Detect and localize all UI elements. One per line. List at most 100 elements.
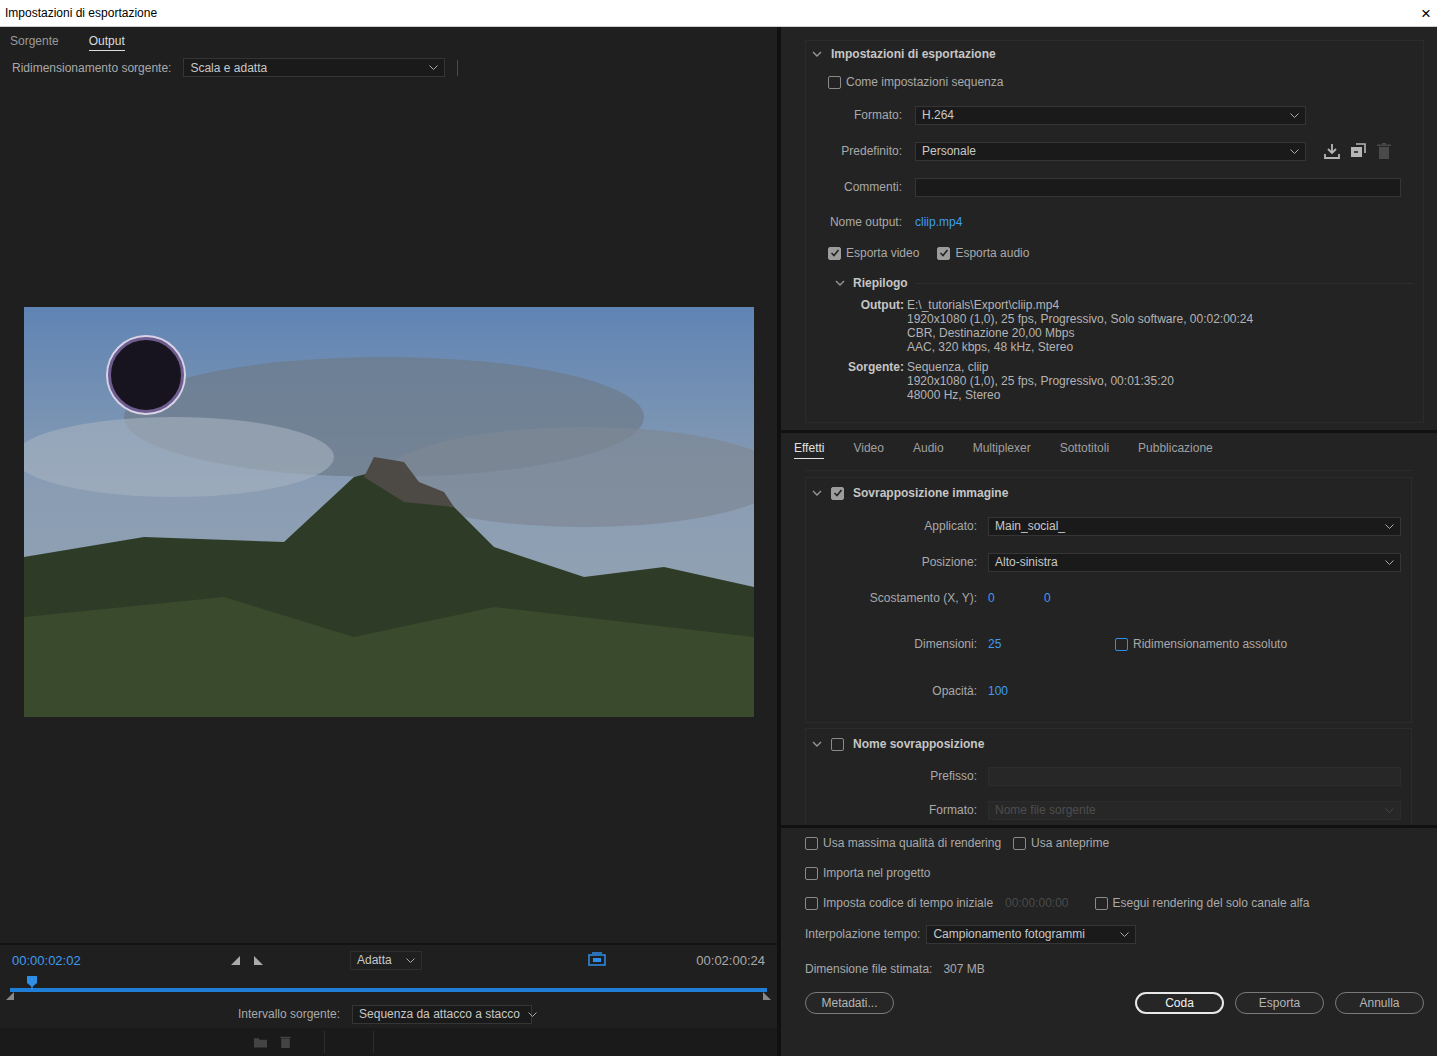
format-dropdown[interactable]: H.264 [915,106,1306,125]
dialog-button[interactable]: Coda [1135,992,1224,1014]
output-name-link[interactable]: cliip.mp4 [915,215,962,229]
source-range-dropdown[interactable]: Sequenza da attacco a stacco [352,1005,532,1024]
chevron-down-icon[interactable] [812,51,822,57]
in-point-icon[interactable] [6,992,14,1000]
playhead-icon[interactable] [27,976,37,990]
option-checkbox[interactable]: Importa nel progetto [805,866,930,880]
chevron-down-icon[interactable] [812,490,822,496]
interpolation-dropdown[interactable]: Campionamento fotogrammi [926,925,1136,944]
export-toggle-checkbox[interactable]: Esporta audio [937,246,1029,260]
preview-tab[interactable]: Output [89,32,125,51]
absolute-scaling-checkbox[interactable]: Ridimensionamento assoluto [1115,637,1287,651]
comments-input[interactable] [915,178,1401,197]
zoom-dropdown[interactable]: Adatta [350,951,422,970]
out-point-icon[interactable] [763,992,771,1000]
number-value[interactable]: 25 [988,637,1115,651]
checkbox-box[interactable] [805,867,818,880]
transport-bar: 00:00:02:02Adatta00:02:00:24 [0,943,777,975]
checkbox-box[interactable] [805,897,818,910]
summary-lines: E:\_tutorials\Export\cliip.mp41920x1080 … [904,298,1253,354]
chevron-down-icon[interactable] [812,741,822,747]
settings-tab[interactable]: Multiplexer [973,438,1031,459]
field-label: Formato: [806,803,988,817]
section-title: Impostazioni di esportazione [831,47,996,61]
source-range-label: Intervallo sorgente: [238,1007,340,1021]
overlay-image-badge[interactable] [108,337,184,413]
settings-tab[interactable]: Audio [913,438,944,459]
timeline-track[interactable] [6,975,767,1000]
option-checkbox[interactable]: Usa massima qualità di rendering [805,836,1001,850]
effect-checkbox[interactable] [831,738,844,751]
field-label: Predefinito: [806,144,915,158]
import-preset-icon[interactable] [1350,143,1366,159]
effect-section: Nome sovrapposizionePrefisso:Formato:Nom… [805,728,1412,825]
summary-header[interactable]: Riepilogo [806,268,1423,298]
export-toggles-row: Esporta video Esporta audio [806,238,1423,268]
mark-in-icon[interactable] [231,956,240,965]
preview-tab[interactable]: Sorgente [10,32,59,51]
settings-tab[interactable]: Sottotitoli [1060,438,1109,459]
source-scaling-label: Ridimensionamento sorgente: [12,61,171,75]
chevron-down-icon[interactable] [835,280,845,286]
preset-dropdown[interactable]: Personale [915,142,1306,161]
settings-tab[interactable]: Pubblicazione [1138,438,1213,459]
trash-icon[interactable] [279,1036,292,1048]
checkbox-box[interactable] [1013,837,1026,850]
aspect-fit-icon[interactable] [588,952,606,968]
playhead[interactable] [27,976,37,992]
option-checkbox[interactable]: Esegui rendering del solo canale alfa [1095,896,1310,910]
field-label: Formato: [806,108,915,122]
settings-tab[interactable]: Effetti [794,438,824,459]
mark-out-icon[interactable] [254,956,263,965]
options-row: Imposta codice di tempo iniziale00:00:00… [805,888,1424,918]
effect-dropdown: Nome file sorgente [988,801,1401,820]
number-value[interactable]: 0 [988,591,1044,605]
field-label: Scostamento (X, Y): [806,591,988,605]
checkbox-box[interactable] [1095,897,1108,910]
match-sequence-checkbox[interactable]: Come impostazioni sequenza [828,75,1003,89]
folder-icon[interactable] [254,1036,267,1048]
effect-header[interactable]: Sovrapposizione immagine [806,478,1411,508]
effect-row: Opacità:100 [806,672,1411,710]
number-value[interactable]: 100 [988,684,1008,698]
effect-header[interactable]: Nome sovrapposizione [806,729,1411,759]
output-name-row: Nome output:cliip.mp4 [806,205,1423,238]
field-label: Opacità: [806,684,988,698]
preview-area [0,80,777,943]
checkbox-box[interactable] [828,247,841,260]
chevron-down-icon [429,65,438,70]
export-settings-area: Impostazioni di esportazione Come imposta… [781,27,1437,430]
source-scaling-dropdown[interactable]: Scala e adatta [183,58,445,77]
checkbox-box[interactable] [937,247,950,260]
section-header[interactable]: Impostazioni di esportazione [806,41,1423,67]
checkbox-box[interactable] [828,76,841,89]
number-value[interactable]: 0 [1044,591,1100,605]
settings-tab[interactable]: Video [853,438,883,459]
effect-dropdown[interactable]: Main_social_ [988,517,1401,536]
save-preset-icon[interactable] [1324,143,1340,159]
current-timecode[interactable]: 00:00:02:02 [12,953,231,968]
settings-panel: Impostazioni di esportazione Come imposta… [781,27,1437,1056]
separator [457,60,458,76]
summary-line: 48000 Hz, Stereo [907,388,1174,402]
dialog-button[interactable]: Annulla [1335,992,1424,1014]
export-toggle-checkbox[interactable]: Esporta video [828,246,919,260]
summary-label: Sorgente: [806,360,904,402]
options-row: Importa nel progetto [805,858,1424,888]
close-button[interactable]: × [1421,5,1431,22]
check-icon [939,248,949,258]
dialog-button[interactable]: Esporta [1235,992,1324,1014]
option-checkbox[interactable]: Imposta codice di tempo iniziale [805,896,993,910]
button-row: Metadati... Coda Esporta Annulla [805,988,1424,1018]
checkbox-box[interactable] [805,837,818,850]
separator [781,430,1437,433]
option-checkbox[interactable]: Usa anteprime [1013,836,1109,850]
dialog-button[interactable]: Metadati... [805,992,894,1014]
effect-checkbox[interactable] [831,487,844,500]
effect-dropdown[interactable]: Alto-sinistra [988,553,1401,572]
file-size-label: Dimensione file stimata: [805,962,932,976]
delete-preset-icon[interactable] [1376,143,1392,159]
separator [916,283,1413,284]
summary-group: Sorgente:Sequenza, cliip1920x1080 (1,0),… [806,360,1423,402]
checkbox-box[interactable] [1115,638,1128,651]
